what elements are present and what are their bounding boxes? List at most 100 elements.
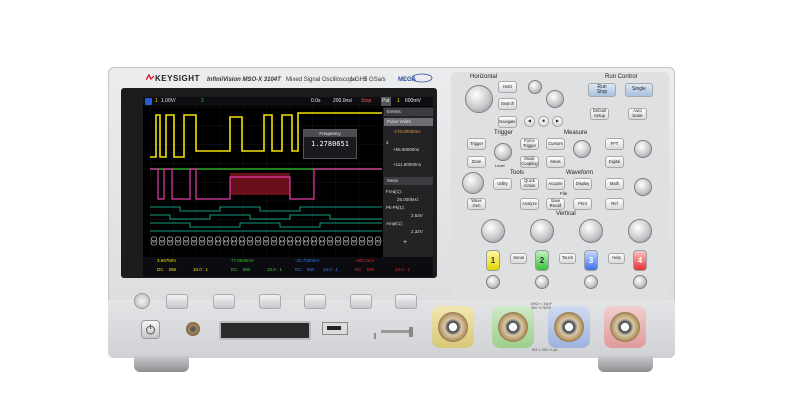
bus-byte-label: 59 bbox=[256, 240, 260, 244]
time-scale[interactable]: 200.0ns/ bbox=[333, 97, 352, 106]
freq-value: 25.000kHz bbox=[397, 197, 419, 202]
ch4-button[interactable]: 4 bbox=[633, 250, 647, 271]
bus-byte-label: E4 bbox=[280, 240, 284, 244]
nav-back-icon[interactable]: ◀ bbox=[524, 116, 535, 127]
ch1-scale-knob[interactable] bbox=[481, 219, 505, 243]
softkey-4[interactable] bbox=[304, 294, 326, 309]
auto-scale-button[interactable]: Auto Scale bbox=[628, 108, 647, 120]
ch4-position-knob[interactable] bbox=[633, 275, 647, 289]
nav-stop-icon[interactable]: ■ bbox=[538, 116, 549, 127]
time-position[interactable]: 0.0s bbox=[311, 97, 320, 106]
default-setup-button[interactable]: Default Setup bbox=[590, 108, 609, 120]
utility-button[interactable]: Utility bbox=[493, 178, 512, 190]
ch1-scale[interactable]: 1.00V/ bbox=[161, 97, 175, 106]
touch-button[interactable]: Touch bbox=[559, 253, 576, 264]
events-header[interactable]: Events bbox=[384, 108, 433, 116]
zoom-icon[interactable] bbox=[528, 80, 542, 94]
usb-port[interactable] bbox=[322, 322, 348, 335]
event-1[interactable]: -170.00000ns bbox=[393, 129, 421, 134]
frequency-popup[interactable]: Frequency 1.2780651 bbox=[303, 129, 357, 159]
event-2[interactable]: +55.60000ns bbox=[393, 147, 419, 152]
mode-coupling-button[interactable]: Mode Coupling bbox=[520, 156, 539, 168]
ch2-scale-knob[interactable] bbox=[530, 219, 554, 243]
help-button[interactable]: Help bbox=[608, 253, 625, 264]
softkey-5[interactable] bbox=[350, 294, 372, 309]
softkey-6[interactable] bbox=[395, 294, 417, 309]
ch2-input-bnc[interactable] bbox=[498, 312, 528, 342]
touch-display[interactable]: 1 1.00V/ 2 0.0s 200.0ns/ Stop Pat 1 600m… bbox=[143, 97, 433, 277]
add-measurement-icon[interactable]: + bbox=[403, 239, 407, 246]
entry-knob[interactable] bbox=[462, 172, 484, 194]
trigger-level-knob[interactable] bbox=[494, 143, 512, 161]
horizontal-position-knob[interactable] bbox=[546, 90, 564, 108]
run-stop-button[interactable]: Run Stop bbox=[588, 83, 616, 97]
analyze-button[interactable]: Analyze bbox=[520, 198, 539, 210]
ref-button[interactable]: Ref bbox=[605, 198, 624, 210]
digital-button[interactable]: Digital bbox=[605, 156, 624, 168]
ch1-readout[interactable]: 3.56750V bbox=[157, 258, 176, 263]
ch2-position-knob[interactable] bbox=[535, 275, 549, 289]
bus-byte-label: E4 bbox=[296, 240, 300, 244]
ch4-readout[interactable]: -260.0mV bbox=[355, 258, 375, 263]
back-softkey[interactable] bbox=[134, 293, 150, 309]
trigger-level[interactable]: 600mV bbox=[405, 97, 421, 106]
ch3-readout[interactable]: -20.7500mV bbox=[295, 258, 320, 263]
pkpk-label: Pk-Pk(1): bbox=[386, 205, 405, 210]
ch1-position-knob[interactable] bbox=[486, 275, 500, 289]
ch3-scale-knob[interactable] bbox=[579, 219, 603, 243]
horizontal-scale-knob[interactable] bbox=[465, 85, 493, 113]
probe-comp-terminals[interactable] bbox=[381, 324, 415, 337]
ch3-input-bnc[interactable] bbox=[554, 312, 584, 342]
save-recall-button[interactable]: Save Recall bbox=[546, 198, 565, 210]
ch2-button[interactable]: 2 bbox=[535, 250, 549, 271]
quick-action-button[interactable]: Quick Action bbox=[520, 178, 539, 190]
ground-terminal bbox=[372, 326, 378, 339]
math-knob[interactable] bbox=[634, 178, 652, 196]
cursors-knob[interactable] bbox=[573, 140, 591, 158]
ch3-position-knob[interactable] bbox=[584, 275, 598, 289]
softkey-2[interactable] bbox=[213, 294, 235, 309]
acquire-button[interactable]: Acquire bbox=[546, 178, 565, 190]
search-button[interactable]: Search bbox=[498, 98, 517, 110]
digital-knob[interactable] bbox=[634, 140, 652, 158]
softkey-1[interactable] bbox=[166, 294, 188, 309]
event-3[interactable]: +111.80000ns bbox=[393, 162, 421, 167]
pulse-width-label[interactable]: Pulse Width bbox=[384, 118, 433, 126]
sample-rate-spec: 5 GSa/s bbox=[364, 77, 386, 83]
serial-button[interactable]: Serial bbox=[510, 253, 527, 264]
trigger-button[interactable]: Trigger bbox=[467, 138, 486, 150]
ext-trigger-bnc[interactable] bbox=[186, 322, 200, 336]
ch1-button[interactable]: 1 bbox=[486, 250, 500, 271]
file-section-label: File bbox=[560, 191, 568, 196]
power-button[interactable] bbox=[141, 320, 160, 339]
left-foot bbox=[134, 356, 189, 372]
display-button[interactable]: Display bbox=[573, 178, 592, 190]
ch4-scale-knob[interactable] bbox=[628, 219, 652, 243]
fft-button[interactable]: FFT bbox=[605, 138, 624, 150]
print-button[interactable]: Print bbox=[573, 198, 592, 210]
navigate-button[interactable]: Navigate bbox=[498, 116, 517, 128]
nav-forward-icon[interactable]: ▶ bbox=[552, 116, 563, 127]
amp-value: 2.32V bbox=[411, 229, 423, 234]
softkey-3[interactable] bbox=[259, 294, 281, 309]
home-icon[interactable] bbox=[145, 98, 152, 105]
ch4-bw: BW bbox=[367, 267, 375, 272]
horiz-button[interactable]: Horiz bbox=[498, 81, 517, 93]
ch2-readout[interactable]: 77.0000mV bbox=[231, 258, 254, 263]
ch1-input-bnc[interactable] bbox=[438, 312, 468, 342]
wave-gen-button[interactable]: Wave Gen bbox=[467, 198, 486, 210]
force-trigger-button[interactable]: Force Trigger bbox=[520, 138, 539, 150]
ch4-input-bnc[interactable] bbox=[610, 312, 640, 342]
meas-button[interactable]: Meas bbox=[546, 156, 565, 168]
power-icon bbox=[146, 324, 155, 335]
math-button[interactable]: Math bbox=[605, 178, 624, 190]
meas-header[interactable]: Meas bbox=[384, 177, 433, 185]
digital-probe-connector[interactable] bbox=[219, 321, 311, 340]
bus-byte-label: E4 bbox=[312, 240, 316, 244]
ch1-probe: 10.0 : 1 bbox=[193, 267, 209, 272]
zone-button[interactable]: Zone bbox=[467, 156, 486, 168]
ch3-button[interactable]: 3 bbox=[584, 250, 598, 271]
cursors-button[interactable]: Cursors bbox=[546, 138, 565, 150]
bus-byte-label: 59 bbox=[208, 240, 212, 244]
single-button[interactable]: Single bbox=[625, 83, 653, 97]
